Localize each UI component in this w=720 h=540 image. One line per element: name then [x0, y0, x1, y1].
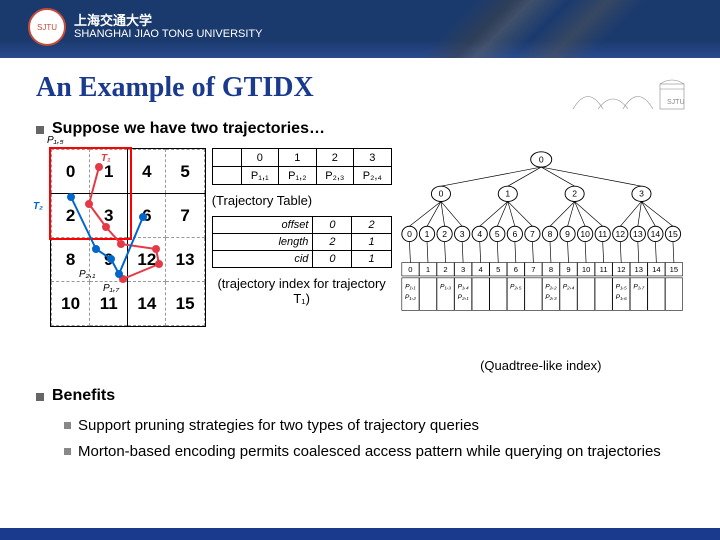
benefit-item: Support pruning strategies for two types… — [64, 415, 684, 437]
trajectory-table: 0123P₁,₁P₁,₂P₂,₃P₂,₄ — [212, 148, 392, 185]
svg-text:3: 3 — [459, 229, 464, 239]
benefits-bullet: Benefits — [36, 387, 684, 405]
svg-text:5: 5 — [496, 265, 500, 274]
corner-decoration: SJTU — [568, 74, 698, 114]
svg-text:P₂,₃: P₂,₃ — [545, 294, 557, 301]
svg-text:P₁,₃: P₁,₃ — [440, 283, 451, 290]
quadtree-caption: (Quadtree-like index) — [398, 358, 684, 373]
svg-text:15: 15 — [668, 229, 678, 239]
svg-text:4: 4 — [478, 265, 483, 274]
grid-cell: 2 — [52, 194, 90, 238]
top-banner: SJTU 上海交通大学 SHANGHAI JIAO TONG UNIVERSIT… — [0, 0, 720, 58]
point-label: P₂,₁ — [79, 269, 95, 280]
svg-text:SJTU: SJTU — [667, 99, 685, 106]
svg-text:P₁,₁: P₁,₁ — [405, 283, 416, 290]
suppose-bullet: Suppose we have two trajectories… — [36, 120, 684, 138]
svg-text:1: 1 — [424, 229, 429, 239]
svg-text:6: 6 — [512, 229, 517, 239]
grid-cell: 0 — [52, 150, 90, 194]
svg-text:P₂,₄: P₂,₄ — [562, 283, 574, 290]
svg-text:P₂,₁: P₂,₁ — [457, 294, 468, 301]
grid-cell: 3 — [90, 194, 128, 238]
trajectory-index-caption: (trajectory index for trajectory T₁) — [212, 276, 392, 306]
svg-text:14: 14 — [652, 265, 661, 274]
svg-text:8: 8 — [548, 265, 552, 274]
spatial-grid: P₁,₅ T₁ T₂ P₂,₁ P₁,₇ 0145236789121310111… — [50, 148, 206, 327]
point-label: P₁,₅ — [47, 135, 64, 146]
grid-cell: 10 — [52, 282, 90, 326]
svg-text:P₂,₂: P₂,₂ — [545, 283, 557, 290]
svg-text:3: 3 — [639, 189, 644, 199]
svg-text:9: 9 — [566, 265, 570, 274]
svg-text:11: 11 — [599, 265, 607, 274]
grid-cell: 15 — [166, 282, 204, 326]
svg-text:12: 12 — [615, 229, 625, 239]
grid-cell: 13 — [166, 238, 204, 282]
traj-label-t2: T₂ — [33, 201, 43, 212]
svg-text:P₁,₇: P₁,₇ — [633, 283, 644, 290]
footer-bar — [0, 528, 720, 540]
benefit-item: Morton-based encoding permits coalesced … — [64, 441, 684, 463]
middle-column: 0123P₁,₁P₁,₂P₂,₃P₂,₄ (Trajectory Table) … — [212, 148, 392, 306]
svg-text:7: 7 — [530, 229, 535, 239]
benefits-list: Support pruning strategies for two types… — [64, 415, 684, 463]
trajectory-table-caption: (Trajectory Table) — [212, 193, 392, 208]
grid-cell: 5 — [166, 150, 204, 194]
svg-text:2: 2 — [572, 189, 577, 199]
suppose-text: Suppose we have two trajectories… — [52, 120, 325, 138]
svg-text:15: 15 — [669, 265, 677, 274]
grid-cell: 14 — [128, 282, 166, 326]
svg-text:P₁,₆: P₁,₆ — [615, 294, 626, 301]
svg-text:12: 12 — [617, 265, 625, 274]
svg-text:13: 13 — [634, 265, 642, 274]
svg-text:0: 0 — [408, 265, 412, 274]
grid-cell: 6 — [128, 194, 166, 238]
svg-text:10: 10 — [580, 229, 590, 239]
svg-text:9: 9 — [565, 229, 570, 239]
svg-text:2: 2 — [443, 265, 447, 274]
seal-icon: SJTU — [28, 8, 66, 46]
benefits-title: Benefits — [52, 387, 115, 405]
university-logo: SJTU 上海交通大学 SHANGHAI JIAO TONG UNIVERSIT… — [28, 8, 262, 46]
svg-text:11: 11 — [598, 229, 607, 239]
grid-cell: 7 — [166, 194, 204, 238]
svg-text:P₁,₂: P₁,₂ — [405, 294, 416, 301]
grid-cell: 12 — [128, 238, 166, 282]
svg-text:4: 4 — [477, 229, 482, 239]
uni-name-cn: 上海交通大学 — [74, 13, 262, 29]
svg-text:5: 5 — [494, 229, 499, 239]
svg-text:1: 1 — [425, 265, 429, 274]
svg-text:6: 6 — [513, 265, 517, 274]
svg-text:7: 7 — [531, 265, 535, 274]
traj-label-t1: T₁ — [101, 153, 111, 164]
svg-text:2: 2 — [442, 229, 447, 239]
bullet-icon — [36, 393, 44, 401]
uni-name-en: SHANGHAI JIAO TONG UNIVERSITY — [74, 28, 262, 41]
bullet-icon — [36, 126, 44, 134]
svg-text:1: 1 — [505, 189, 510, 199]
quadtree-figure: 0012301234567891011121314150123456789101… — [398, 148, 684, 373]
svg-text:P₁,₅: P₁,₅ — [615, 283, 626, 290]
grid-cell: 4 — [128, 150, 166, 194]
svg-text:0: 0 — [407, 229, 412, 239]
svg-text:13: 13 — [633, 229, 643, 239]
svg-text:14: 14 — [650, 229, 660, 239]
svg-text:P₂,₅: P₂,₅ — [510, 283, 522, 290]
svg-text:3: 3 — [461, 265, 465, 274]
trajectory-index-table: offset02length21cid01 — [212, 216, 392, 268]
point-label: P₁,₇ — [103, 283, 119, 294]
svg-text:0: 0 — [438, 189, 443, 199]
svg-text:8: 8 — [547, 229, 552, 239]
svg-text:P₁,₄: P₁,₄ — [457, 283, 468, 290]
svg-text:10: 10 — [581, 265, 589, 274]
svg-text:0: 0 — [538, 154, 543, 164]
